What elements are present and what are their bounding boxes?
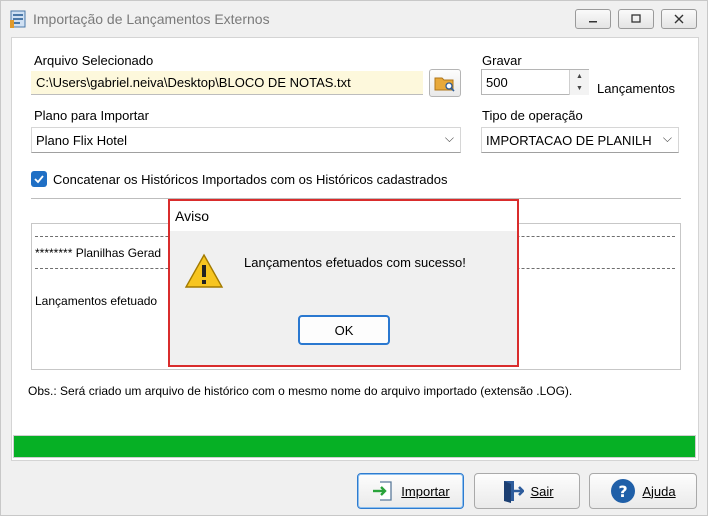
browse-file-button[interactable] [429, 69, 461, 97]
exit-door-icon [504, 481, 525, 503]
progress-fill [14, 436, 695, 457]
tipo-label: Tipo de operação [482, 108, 583, 123]
sair-button[interactable]: Sair [474, 473, 580, 509]
concat-label[interactable]: Concatenar os Históricos Importados com … [53, 172, 448, 187]
folder-search-icon [434, 77, 455, 92]
progress-bar [13, 435, 696, 458]
dialog-title[interactable]: Aviso [170, 201, 517, 231]
importar-button[interactable]: Importar [357, 473, 464, 509]
svg-text:?: ? [619, 482, 628, 501]
title-bar[interactable]: Importação de Lançamentos Externos [1, 1, 707, 35]
dialog-body: Lançamentos efetuados com sucesso! OK [170, 231, 517, 365]
aviso-dialog: Aviso Lançamentos efetuados com sucesso!… [168, 199, 519, 367]
sair-label: Sair [530, 483, 554, 499]
arquivo-label: Arquivo Selecionado [34, 53, 154, 68]
window-title: Importação de Lançamentos Externos [33, 11, 270, 27]
dialog-message: Lançamentos efetuados com sucesso! [244, 255, 466, 270]
ok-button[interactable]: OK [298, 315, 390, 345]
chevron-down-icon: ⌵ [662, 131, 672, 145]
maximize-button[interactable] [618, 9, 654, 29]
close-icon [674, 14, 684, 24]
checkmark-icon [34, 175, 44, 184]
app-icon [10, 10, 26, 28]
help-icon: ? [611, 479, 636, 503]
file-path-field[interactable]: C:\Users\gabriel.neiva\Desktop\BLOCO DE … [31, 71, 423, 95]
minimize-icon [589, 21, 597, 23]
minimize-button[interactable] [575, 9, 611, 29]
plano-value: Plano Flix Hotel [36, 133, 128, 148]
obs-note: Obs.: Será criado um arquivo de históric… [28, 384, 573, 398]
log-line-2: Lançamentos efetuado [35, 294, 158, 308]
import-icon [373, 481, 392, 501]
close-button[interactable] [661, 9, 697, 29]
import-window: Importação de Lançamentos Externos Arqui… [0, 0, 708, 516]
tipo-select[interactable]: IMPORTACAO DE PLANILH ⌵ [481, 127, 679, 153]
ajuda-button[interactable]: ? Ajuda [589, 473, 697, 509]
tipo-value: IMPORTACAO DE PLANILH [486, 133, 652, 148]
concat-checkbox[interactable] [31, 171, 47, 187]
plano-label: Plano para Importar [34, 108, 149, 123]
warning-icon [184, 253, 224, 288]
log-line-1: ******** Planilhas Gerad [35, 246, 162, 260]
maximize-icon [631, 14, 641, 23]
chevron-down-icon: ⌵ [444, 131, 454, 145]
ajuda-label: Ajuda [642, 483, 676, 499]
importar-label: Importar [401, 483, 450, 499]
plano-select[interactable]: Plano Flix Hotel ⌵ [31, 127, 461, 153]
gravar-suffix: Lançamentos [597, 81, 676, 96]
spin-down-button[interactable]: ▼ [569, 82, 589, 95]
gravar-label: Gravar [482, 53, 522, 68]
